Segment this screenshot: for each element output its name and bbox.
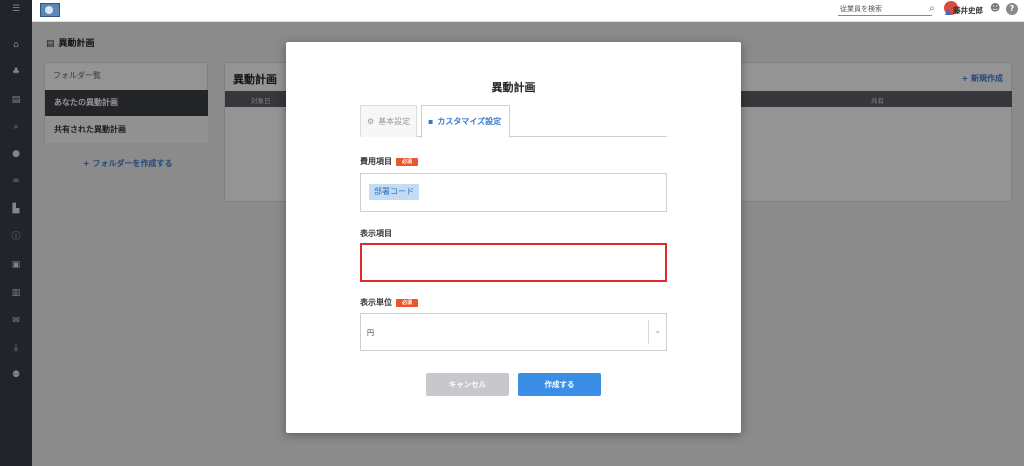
- topbar: 従業員を検索 ⌕ ▲ 藤井史郎 ☻ ?: [32, 0, 1024, 22]
- employee-search-input[interactable]: 従業員を検索: [838, 4, 932, 16]
- help-icon[interactable]: ?: [1006, 3, 1018, 15]
- chevron-down-icon[interactable]: ⌄: [654, 326, 661, 335]
- modal-tabs: ⚙ 基本設定 ▪ カスタマイズ設定: [360, 105, 667, 138]
- tab-basic-settings[interactable]: ⚙ 基本設定: [360, 105, 417, 137]
- gear-icon: ⚙: [367, 117, 375, 126]
- sidebar-overlay: [0, 0, 32, 466]
- company-logo[interactable]: [40, 3, 60, 17]
- display-field-input[interactable]: [360, 243, 667, 282]
- tab-basic-label: 基本設定: [378, 117, 411, 126]
- cost-field-tag[interactable]: 部署コード: [369, 184, 419, 200]
- required-badge: 必須: [396, 298, 419, 307]
- required-badge: 必須: [396, 157, 419, 166]
- tab-custom-label: カスタマイズ設定: [437, 117, 502, 126]
- transfer-plan-modal: 異動計画 ⚙ 基本設定 ▪ カスタマイズ設定 費用項目 必須 部署コード 表示項…: [286, 42, 741, 433]
- select-divider: [648, 320, 649, 344]
- tab-custom-settings[interactable]: ▪ カスタマイズ設定: [421, 105, 510, 138]
- unit-field-label-text: 表示単位: [360, 298, 392, 307]
- user-name[interactable]: 藤井史郎: [953, 5, 983, 16]
- cost-field-label-text: 費用項目: [360, 157, 392, 166]
- lock-icon: ▪: [428, 117, 434, 126]
- cost-field-label: 費用項目 必須: [360, 156, 419, 167]
- unit-select-value: 円: [367, 329, 374, 337]
- unit-field-label: 表示単位 必須: [360, 297, 419, 308]
- cost-field-input[interactable]: 部署コード: [360, 173, 667, 212]
- notification-icon[interactable]: ▲: [945, 7, 951, 16]
- search-icon[interactable]: ⌕: [929, 3, 935, 14]
- display-field-label-text: 表示項目: [360, 229, 392, 238]
- cancel-button[interactable]: キャンセル: [426, 373, 509, 396]
- unit-select[interactable]: 円 ⌄: [360, 313, 667, 351]
- person-icon[interactable]: ☻: [990, 3, 1000, 14]
- modal-title: 異動計画: [491, 81, 536, 94]
- display-field-label: 表示項目: [360, 228, 392, 239]
- create-button[interactable]: 作成する: [518, 373, 601, 396]
